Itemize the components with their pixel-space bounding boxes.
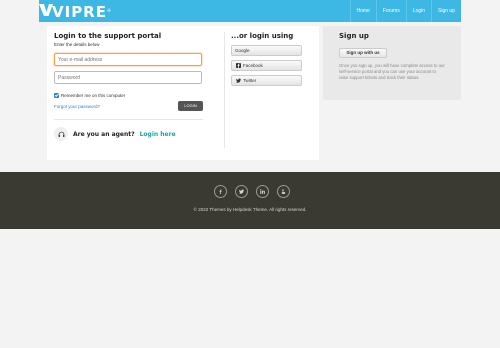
twitter-label: Twitter xyxy=(243,78,257,83)
google-label: Google xyxy=(235,48,250,53)
twitter-login-button[interactable]: Twitter xyxy=(231,75,302,86)
agent-login-row: Are you an agent? Login here xyxy=(54,127,203,141)
copyright-text: © 2022 Themes by Helpdesk Theme. All rig… xyxy=(193,207,307,212)
footer: © 2022 Themes by Helpdesk Theme. All rig… xyxy=(0,172,500,229)
nav-signup[interactable]: Sign up xyxy=(431,0,461,22)
footer-social-links xyxy=(210,185,294,198)
top-nav: Home Forums Login Sign up xyxy=(349,0,462,22)
nav-login[interactable]: Login xyxy=(405,0,431,22)
facebook-label: Facebook xyxy=(243,63,263,68)
registered-mark: ® xyxy=(106,8,112,13)
google-login-button[interactable]: Google xyxy=(231,45,302,56)
password-field[interactable] xyxy=(54,71,202,84)
email-field[interactable] xyxy=(54,53,202,66)
twitter-icon[interactable] xyxy=(235,185,248,198)
headset-icon xyxy=(54,127,68,141)
facebook-icon[interactable] xyxy=(214,185,227,198)
nav-forums[interactable]: Forums xyxy=(375,0,406,22)
login-panel: Login to the support portal Enter the de… xyxy=(47,26,319,160)
signup-panel: Sign up Sign up with us Once you sign up… xyxy=(323,26,461,100)
logo-text: VIPRE xyxy=(52,3,107,21)
remember-checkbox[interactable] xyxy=(54,93,59,98)
agent-login-link[interactable]: Login here xyxy=(140,131,176,138)
facebook-login-button[interactable]: Facebook xyxy=(231,60,302,71)
nav-home[interactable]: Home xyxy=(349,0,376,22)
remember-label: Remember me on this computer xyxy=(61,93,126,98)
facebook-icon xyxy=(235,63,241,69)
login-title: Login to the support portal xyxy=(54,32,162,40)
divider xyxy=(54,119,203,120)
signup-description: Once you sign up, you will have complete… xyxy=(339,63,445,80)
login-hint: Enter the details below xyxy=(54,42,100,47)
social-title: ...or login using xyxy=(231,32,294,40)
signup-button[interactable]: Sign up with us xyxy=(339,48,387,58)
forgot-row: Forgot your password? LOGIN xyxy=(54,101,203,113)
header-bar: VIPRE® Home Forums Login Sign up xyxy=(39,0,461,22)
signup-title: Sign up xyxy=(339,32,369,40)
linkedin-icon[interactable] xyxy=(256,185,269,198)
remember-me[interactable]: Remember me on this computer xyxy=(54,93,203,98)
login-form: Login to the support portal Enter the de… xyxy=(54,32,203,141)
forgot-password-link[interactable]: Forgot your password? xyxy=(54,104,100,109)
agent-question: Are you an agent? xyxy=(73,130,135,138)
youtube-icon[interactable] xyxy=(277,185,290,198)
twitter-icon xyxy=(235,78,241,84)
social-login: ...or login using Google Facebook Twitte… xyxy=(231,32,304,86)
login-button[interactable]: LOGIN xyxy=(178,101,203,111)
vipre-logo[interactable]: VIPRE® xyxy=(39,3,112,20)
column-separator xyxy=(224,32,225,148)
page: VIPRE® Home Forums Login Sign up Login t… xyxy=(0,0,500,348)
logo-v-icon xyxy=(39,4,53,16)
